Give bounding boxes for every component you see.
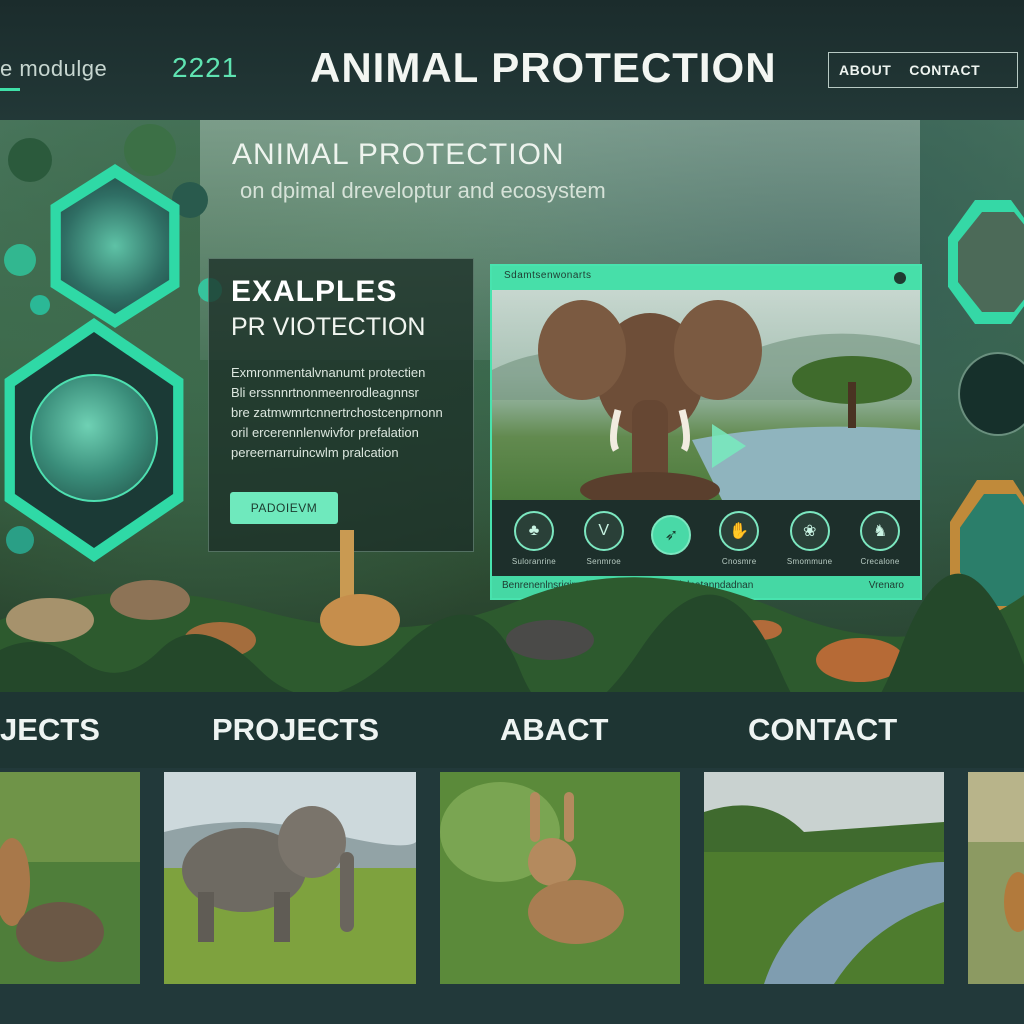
site-title: ANIMAL PROTECTION [310,44,777,91]
hero-title: ANIMAL PROTECTION [232,138,565,171]
info-card-heading: EXALPLES [231,275,398,308]
info-card-subheading: PR VIOTECTION [231,313,426,341]
gallery-tile-river[interactable] [704,772,944,984]
section-link-abact[interactable]: ABACT [500,712,609,748]
info-card-line: Exmronmentalvnanumt protectien [231,365,426,380]
info-card-line: bre zatmwmrtcnnertrchostcenprnonn [231,405,443,420]
info-card-line: Bli erssnnrtnonmeenrodleagnnsr [231,385,419,400]
brand-fragment: e modulge [0,56,108,91]
video-header-label: Sdamtsenwonarts [504,270,592,281]
elephant-image [164,772,416,984]
section-link-projects[interactable]: PROJECTS [212,712,379,748]
info-card-body: Exmronmentalvnanumt protectien Bli erssn… [231,363,451,463]
wildlife-foreground [0,530,1024,692]
top-nav: ABOUT CONTACT [828,52,1018,88]
section-link-contact[interactable]: CONTACT [748,712,897,748]
section-nav: JECTS PROJECTS ABACT CONTACT [0,692,1024,768]
top-bar: e modulge 2221 ANIMAL PROTECTION ABOUT C… [0,0,1024,120]
gallery-tile-deer[interactable] [0,772,140,984]
river-image [704,772,944,984]
gallery-tile-hare[interactable] [440,772,680,984]
hero-banner: ANIMAL PROTECTION on dpimal dreveloptur … [0,120,1024,692]
info-card-line: pereernarruincwlm pralcation [231,445,399,460]
video-menu-icon[interactable] [894,272,906,284]
play-icon[interactable] [712,424,746,468]
globe-icon [30,374,158,502]
brand-year: 2221 [172,52,239,83]
hare-image [440,772,680,984]
nav-link-contact[interactable]: CONTACT [909,62,980,78]
gallery-tile-partial[interactable] [968,772,1024,984]
gallery [0,768,1024,1024]
video-header: Sdamtsenwonarts [492,266,920,290]
elephant-scene [492,300,920,500]
gallery-tile-elephant[interactable] [164,772,416,984]
info-card-line: oril ercerennlenwivfor prefalation [231,425,419,440]
section-link-projects-partial[interactable]: JECTS [0,712,100,748]
video-player[interactable] [492,290,920,500]
nav-link-about[interactable]: ABOUT [839,62,891,78]
hero-subtitle: on dpimal dreveloptur and ecosystem [240,178,606,203]
meadow-image [968,772,1024,984]
deer-image [0,772,140,984]
globe-icon-right [958,352,1024,436]
